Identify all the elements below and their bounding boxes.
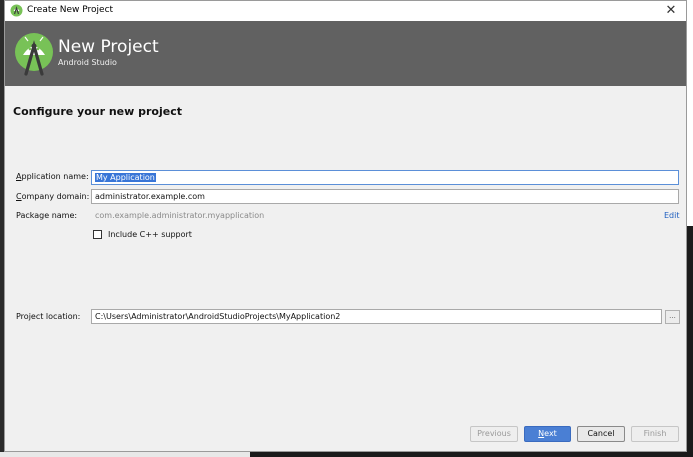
background-taskbar-light	[0, 452, 250, 457]
android-studio-icon	[10, 4, 23, 17]
finish-button[interactable]: Finish	[631, 426, 679, 442]
browse-button[interactable]: ...	[665, 310, 680, 324]
previous-button[interactable]: Previous	[470, 426, 518, 442]
project-location-value: C:\Users\Administrator\AndroidStudioProj…	[95, 312, 341, 321]
create-new-project-dialog: Create New Project ✕ New Project Android…	[4, 0, 687, 452]
application-name-value: My Application	[95, 173, 156, 182]
company-domain-value: administrator.example.com	[95, 192, 205, 201]
package-name-label: Package name:	[16, 211, 78, 220]
title-bar: Create New Project ✕	[5, 1, 686, 21]
application-name-label: Application name:	[16, 172, 89, 181]
include-cpp-checkbox[interactable]	[93, 230, 102, 239]
dialog-header: New Project Android Studio	[5, 21, 686, 86]
project-location-input[interactable]: C:\Users\Administrator\AndroidStudioProj…	[91, 309, 662, 324]
project-location-label: Project location:	[16, 312, 81, 321]
cancel-button[interactable]: Cancel	[577, 426, 625, 442]
section-title: Configure your new project	[13, 105, 182, 118]
package-name-value: com.example.administrator.myapplication	[95, 211, 265, 220]
next-button[interactable]: Next	[524, 426, 571, 442]
include-cpp-label: Include C++ support	[108, 230, 192, 239]
background-ide-right-dark	[687, 226, 693, 457]
company-domain-label: Company domain:	[16, 192, 90, 201]
header-subtitle: Android Studio	[58, 58, 117, 67]
close-icon[interactable]: ✕	[662, 2, 680, 20]
header-title: New Project	[58, 37, 159, 57]
application-name-input[interactable]: My Application	[91, 170, 679, 185]
company-domain-input[interactable]: administrator.example.com	[91, 189, 679, 204]
android-studio-logo	[15, 33, 53, 76]
edit-package-link[interactable]: Edit	[664, 211, 680, 220]
window-title: Create New Project	[27, 5, 114, 15]
